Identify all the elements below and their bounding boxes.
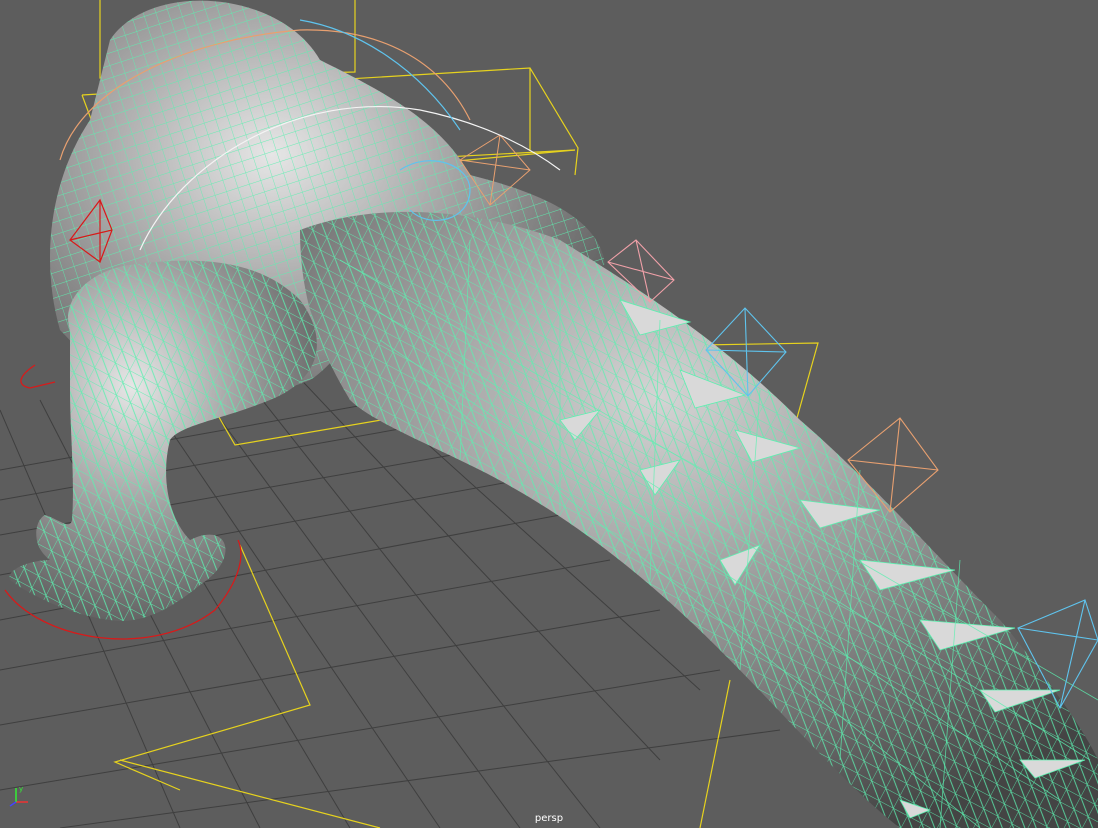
dinosaur-leg-mesh[interactable]	[9, 260, 317, 621]
axis-y-label: y	[19, 785, 23, 793]
axis-gizmo-icon: y	[9, 785, 28, 807]
scene-canvas[interactable]	[0, 0, 1098, 828]
viewport-persp[interactable]: y persp	[0, 0, 1098, 828]
dinosaur-tail-mesh[interactable]	[300, 211, 1098, 828]
camera-name-label: persp	[534, 813, 564, 824]
